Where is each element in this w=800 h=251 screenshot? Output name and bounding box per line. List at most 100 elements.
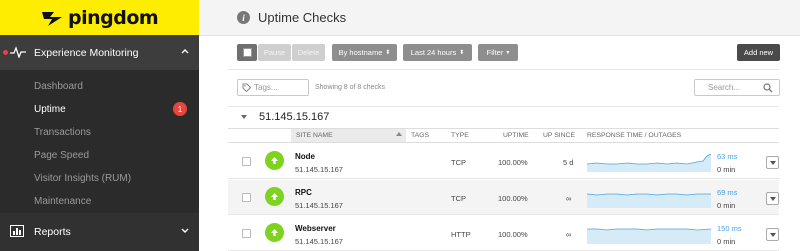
column-header-tags[interactable]: TAGS (411, 132, 429, 139)
tags-placeholder: Tags... (254, 83, 278, 92)
up-since-value: 5 d (563, 158, 574, 167)
column-header-uptime[interactable]: UPTIME (503, 132, 529, 139)
select-all-checkbox[interactable] (237, 44, 257, 61)
notification-badge: 1 (173, 102, 187, 116)
showing-count: Showing 8 of 8 checks (315, 84, 386, 91)
outage-value: 0 min (717, 201, 736, 210)
sidebar-section-reports[interactable]: Reports (0, 213, 199, 251)
sidebar-item-visitor-insights[interactable]: Visitor Insights (RUM) (0, 167, 199, 190)
sidebar: pingdom Experience Monitoring Dashboard … (0, 0, 199, 251)
sidebar-item-label: Maintenance (34, 196, 92, 207)
search-placeholder: Search... (708, 83, 741, 92)
logo-text[interactable]: pingdom (68, 7, 159, 29)
sort-arrows-icon: ⬍ (459, 50, 465, 56)
sort-ascending-icon (396, 132, 402, 136)
filter-label: Filter (486, 48, 504, 57)
row-menu-button[interactable] (766, 228, 779, 241)
group-by-label: By hostname (338, 48, 383, 57)
site-host: 51.145.15.167 (295, 201, 343, 210)
sidebar-item-uptime[interactable]: Uptime 1 (0, 98, 199, 121)
bar-chart-icon (10, 225, 24, 237)
active-dot-icon (3, 50, 8, 55)
response-time-sparkline (587, 153, 711, 172)
column-header-type[interactable]: TYPE (451, 132, 469, 139)
status-up-icon (265, 151, 284, 170)
pulse-icon (10, 46, 26, 58)
table-row[interactable]: RPC 51.145.15.167 TCP 100.00% ∞ 69 ms 0 … (228, 180, 779, 215)
toolbar: Pause Delete By hostname ⬍ Last 24 hours ⬍… (199, 44, 800, 62)
time-range-dropdown[interactable]: Last 24 hours ⬍ (403, 44, 472, 61)
sidebar-item-maintenance[interactable]: Maintenance (0, 190, 199, 213)
logo-bar: pingdom (0, 0, 199, 35)
response-time-value[interactable]: 150 ms (717, 224, 742, 233)
check-type: HTTP (451, 230, 471, 239)
status-up-icon (265, 187, 284, 206)
delete-button-label: Delete (297, 48, 320, 57)
uptime-value: 100.00% (498, 230, 528, 239)
column-header-response-time[interactable]: RESPONSE TIME / OUTAGES (587, 132, 681, 139)
tags-input[interactable]: Tags... (237, 79, 309, 96)
sidebar-item-label: Dashboard (34, 81, 83, 92)
status-up-icon (265, 223, 284, 242)
sidebar-section-label: Experience Monitoring (34, 46, 139, 59)
pingdom-logo-icon (42, 11, 62, 26)
caret-down-icon: ▾ (506, 50, 510, 56)
sidebar-item-label: Page Speed (34, 150, 90, 161)
site-name[interactable]: Webserver (295, 224, 336, 233)
up-since-value: ∞ (566, 230, 572, 239)
row-checkbox[interactable] (242, 229, 251, 238)
delete-button[interactable]: Delete (292, 44, 325, 61)
caret-down-icon (769, 232, 776, 237)
chevron-up-icon (181, 49, 189, 54)
group-by-dropdown[interactable]: By hostname ⬍ (332, 44, 397, 61)
sidebar-item-dashboard[interactable]: Dashboard (0, 75, 199, 98)
sidebar-item-label: Visitor Insights (RUM) (34, 173, 132, 184)
table-header: SITE NAME TAGS TYPE UPTIME UP SINCE RESP… (228, 128, 779, 143)
column-header-site-name[interactable]: SITE NAME (291, 129, 406, 142)
search-icon (763, 83, 773, 93)
sidebar-item-transactions[interactable]: Transactions (0, 121, 199, 144)
row-menu-button[interactable] (766, 156, 779, 169)
sidebar-item-label: Uptime (34, 104, 66, 115)
check-type: TCP (451, 158, 466, 167)
page-header: i Uptime Checks (199, 0, 800, 36)
collapse-caret-icon[interactable] (241, 115, 247, 119)
checkbox-icon (242, 48, 252, 57)
up-since-value: ∞ (566, 194, 572, 203)
search-input[interactable]: Search... (694, 79, 780, 96)
add-new-label: Add new (743, 48, 774, 57)
row-checkbox[interactable] (242, 157, 251, 166)
response-time-value[interactable]: 63 ms (717, 152, 737, 161)
site-name[interactable]: RPC (295, 188, 312, 197)
response-time-sparkline (587, 228, 711, 244)
group-name: 51.145.15.167 (259, 111, 330, 123)
group-header[interactable]: 51.145.15.167 (228, 106, 779, 128)
uptime-value: 100.00% (498, 194, 528, 203)
pause-button[interactable]: Pause (258, 44, 291, 61)
chevron-down-icon (181, 228, 189, 233)
check-type: TCP (451, 194, 466, 203)
column-header-up-since[interactable]: UP SINCE (543, 132, 575, 139)
pause-button-label: Pause (263, 48, 286, 57)
info-icon[interactable]: i (237, 11, 250, 24)
sidebar-section-experience-monitoring[interactable]: Experience Monitoring (0, 35, 199, 70)
caret-down-icon (769, 160, 776, 165)
row-menu-button[interactable] (766, 192, 779, 205)
add-new-button[interactable]: Add new (737, 44, 780, 61)
time-range-label: Last 24 hours (410, 48, 457, 57)
sort-arrows-icon: ⬍ (385, 50, 391, 56)
column-header-label: SITE NAME (296, 132, 333, 139)
main-content: i Uptime Checks Pause Delete By hostname… (199, 0, 800, 251)
site-host: 51.145.15.167 (295, 237, 343, 246)
caret-down-icon (769, 196, 776, 201)
filter-row: Tags... Showing 8 of 8 checks Search... (199, 79, 800, 97)
sidebar-item-label: Transactions (34, 127, 91, 138)
table-row[interactable]: Node 51.145.15.167 TCP 100.00% 5 d 63 ms… (228, 144, 779, 179)
filter-dropdown[interactable]: Filter ▾ (478, 44, 518, 61)
site-name[interactable]: Node (295, 152, 315, 161)
sidebar-item-page-speed[interactable]: Page Speed (0, 144, 199, 167)
row-checkbox[interactable] (242, 193, 251, 202)
response-time-sparkline (587, 193, 711, 208)
response-time-value[interactable]: 69 ms (717, 188, 737, 197)
table-row[interactable]: Webserver 51.145.15.167 HTTP 100.00% ∞ 1… (228, 216, 779, 251)
